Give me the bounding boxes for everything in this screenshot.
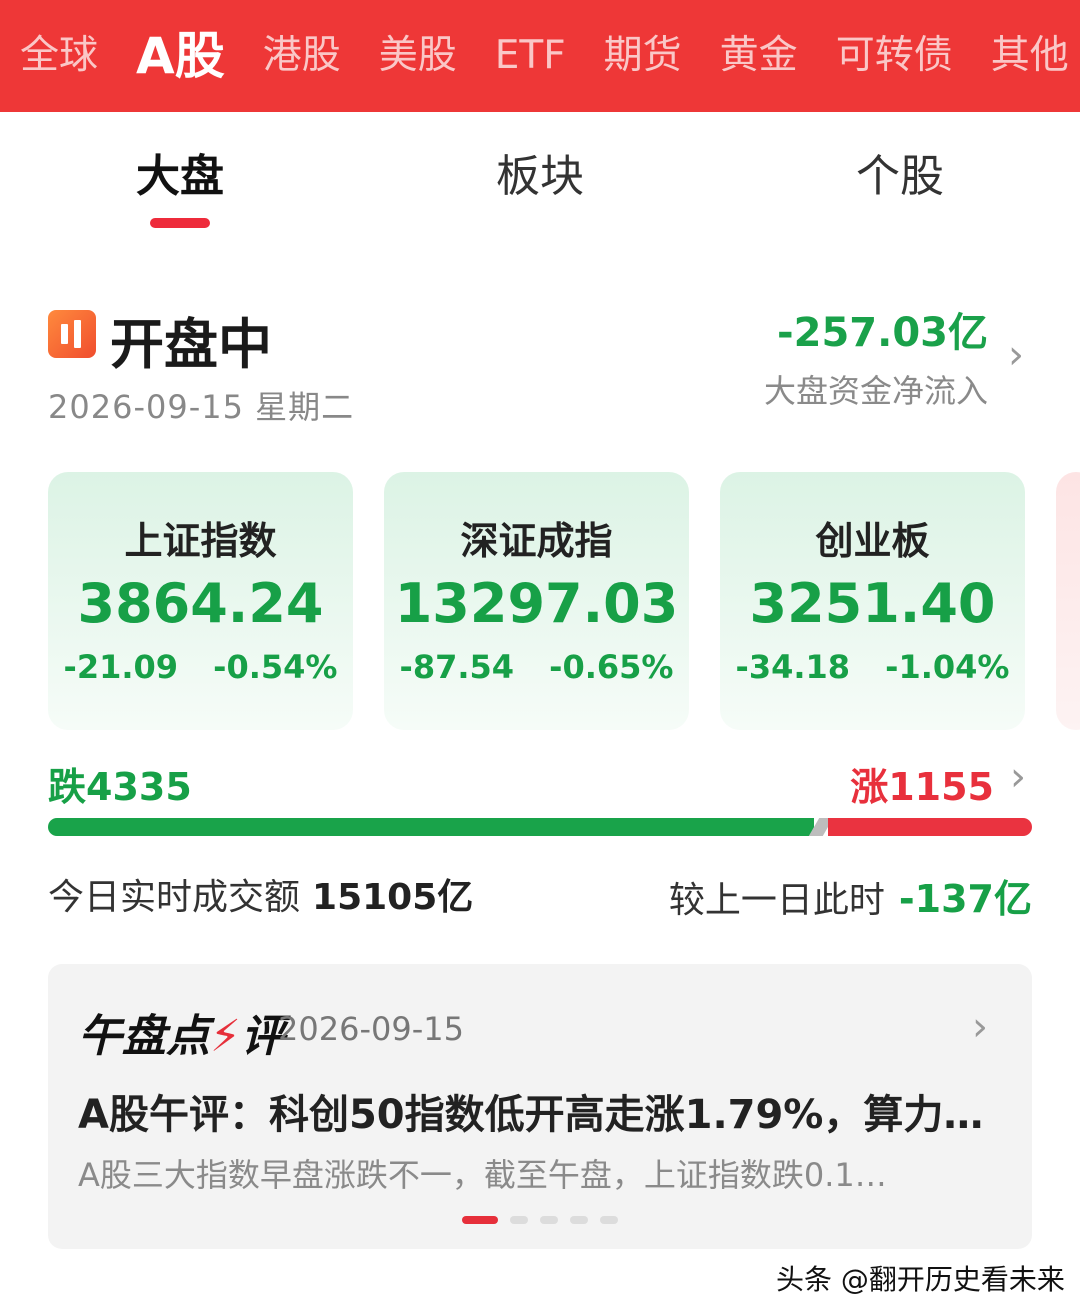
commentary-summary: A股三大指数早盘涨跌不一，截至午盘，上证指数跌0.1…: [78, 1156, 887, 1194]
pagination-dot[interactable]: [570, 1216, 588, 1224]
tab-etf[interactable]: ETF: [495, 0, 566, 112]
tab-stocks-label: 个股: [856, 151, 944, 202]
midday-commentary-card[interactable]: 午盘点⚡评 2026-09-15 › A股午评：科创50指数低开高走涨1.79%…: [48, 964, 1032, 1249]
tab-market-overview[interactable]: 大盘: [80, 140, 280, 228]
rising-stocks-count[interactable]: 涨1155: [850, 756, 994, 811]
turnover-label: 今日实时成交额: [48, 877, 301, 918]
index-card-chinext[interactable]: 创业板 3251.40 -34.18 -1.04%: [720, 472, 1025, 730]
tab-a-shares[interactable]: A股: [136, 0, 225, 112]
tab-others[interactable]: 其他: [991, 0, 1069, 112]
index-card-shenzhen[interactable]: 深证成指 13297.03 -87.54 -0.65%: [384, 472, 689, 730]
chevron-right-icon[interactable]: ›: [1008, 332, 1024, 378]
pagination-dot[interactable]: [510, 1216, 528, 1224]
pagination-dot[interactable]: [540, 1216, 558, 1224]
chevron-right-icon[interactable]: ›: [972, 1004, 988, 1050]
market-tab-bar: 全球 A股 港股 美股 ETF 期货 黄金 可转债 其他: [0, 0, 1080, 112]
turnover-row: 今日实时成交额 15105亿: [48, 868, 473, 920]
index-change-pct: -0.54%: [213, 648, 338, 686]
watermark: 头条 @翻开历史看未来: [776, 1263, 1065, 1296]
tab-gold[interactable]: 黄金: [720, 0, 798, 112]
index-name: 上证指数: [124, 519, 277, 563]
index-change-pct: -0.65%: [549, 648, 674, 686]
tab-us-shares[interactable]: 美股: [379, 0, 457, 112]
falling-stocks-count[interactable]: 跌4335: [48, 756, 192, 811]
tab-convertible-bonds[interactable]: 可转债: [836, 0, 953, 112]
index-changes: -21.09 -0.54%: [48, 648, 353, 686]
index-change: -87.54: [399, 648, 515, 686]
carousel-pagination: [462, 1216, 630, 1224]
net-inflow-value[interactable]: -257.03亿: [777, 300, 988, 358]
tab-market-overview-label: 大盘: [136, 151, 224, 202]
sub-tab-bar: 大盘 板块 个股: [0, 112, 1080, 242]
index-changes: -87.54 -0.65%: [384, 648, 689, 686]
tab-stocks[interactable]: 个股: [800, 140, 1000, 204]
candlestick-icon: [48, 310, 96, 358]
net-inflow-label[interactable]: 大盘资金净流入: [764, 366, 988, 412]
turnover-compare-label: 较上一日此时: [668, 880, 885, 921]
breadth-bar-rise: [828, 818, 1032, 836]
active-tab-indicator: [150, 218, 210, 228]
tab-sectors-label: 板块: [496, 151, 584, 202]
tab-sectors[interactable]: 板块: [440, 140, 640, 204]
turnover-compare-value: -137亿: [898, 877, 1032, 921]
index-change-pct: -1.04%: [885, 648, 1010, 686]
turnover-value: 15105亿: [312, 877, 474, 918]
pagination-dot[interactable]: [600, 1216, 618, 1224]
market-date: 2026-09-15 星期二: [48, 388, 355, 426]
index-name: 深证成指: [460, 519, 613, 563]
tab-hk-shares[interactable]: 港股: [263, 0, 341, 112]
commentary-date: 2026-09-15: [278, 1010, 464, 1048]
index-value: 3251.40: [749, 572, 996, 635]
index-card-shanghai[interactable]: 上证指数 3864.24 -21.09 -0.54%: [48, 472, 353, 730]
turnover-compare-row: 较上一日此时 -137亿: [669, 868, 1032, 923]
index-name: 创业板: [815, 519, 930, 563]
index-change: -34.18: [735, 648, 851, 686]
market-status-title: 开盘中: [110, 313, 272, 376]
commentary-headline[interactable]: A股午评：科创50指数低开高走涨1.79%，算力…: [78, 1082, 998, 1140]
index-value: 13297.03: [394, 572, 679, 635]
tab-futures[interactable]: 期货: [604, 0, 682, 112]
index-card-next-peek[interactable]: [1056, 472, 1080, 730]
breadth-bar: [48, 818, 1032, 836]
commentary-logo: 午盘点⚡评: [78, 1011, 285, 1062]
tab-global[interactable]: 全球: [20, 0, 98, 112]
pagination-dot[interactable]: [462, 1216, 498, 1224]
index-change: -21.09: [63, 648, 179, 686]
bolt-icon: ⚡: [210, 1011, 241, 1062]
chevron-right-icon[interactable]: ›: [1010, 754, 1026, 800]
breadth-bar-fall: [48, 818, 814, 836]
index-changes: -34.18 -1.04%: [720, 648, 1025, 686]
index-value: 3864.24: [77, 572, 324, 635]
